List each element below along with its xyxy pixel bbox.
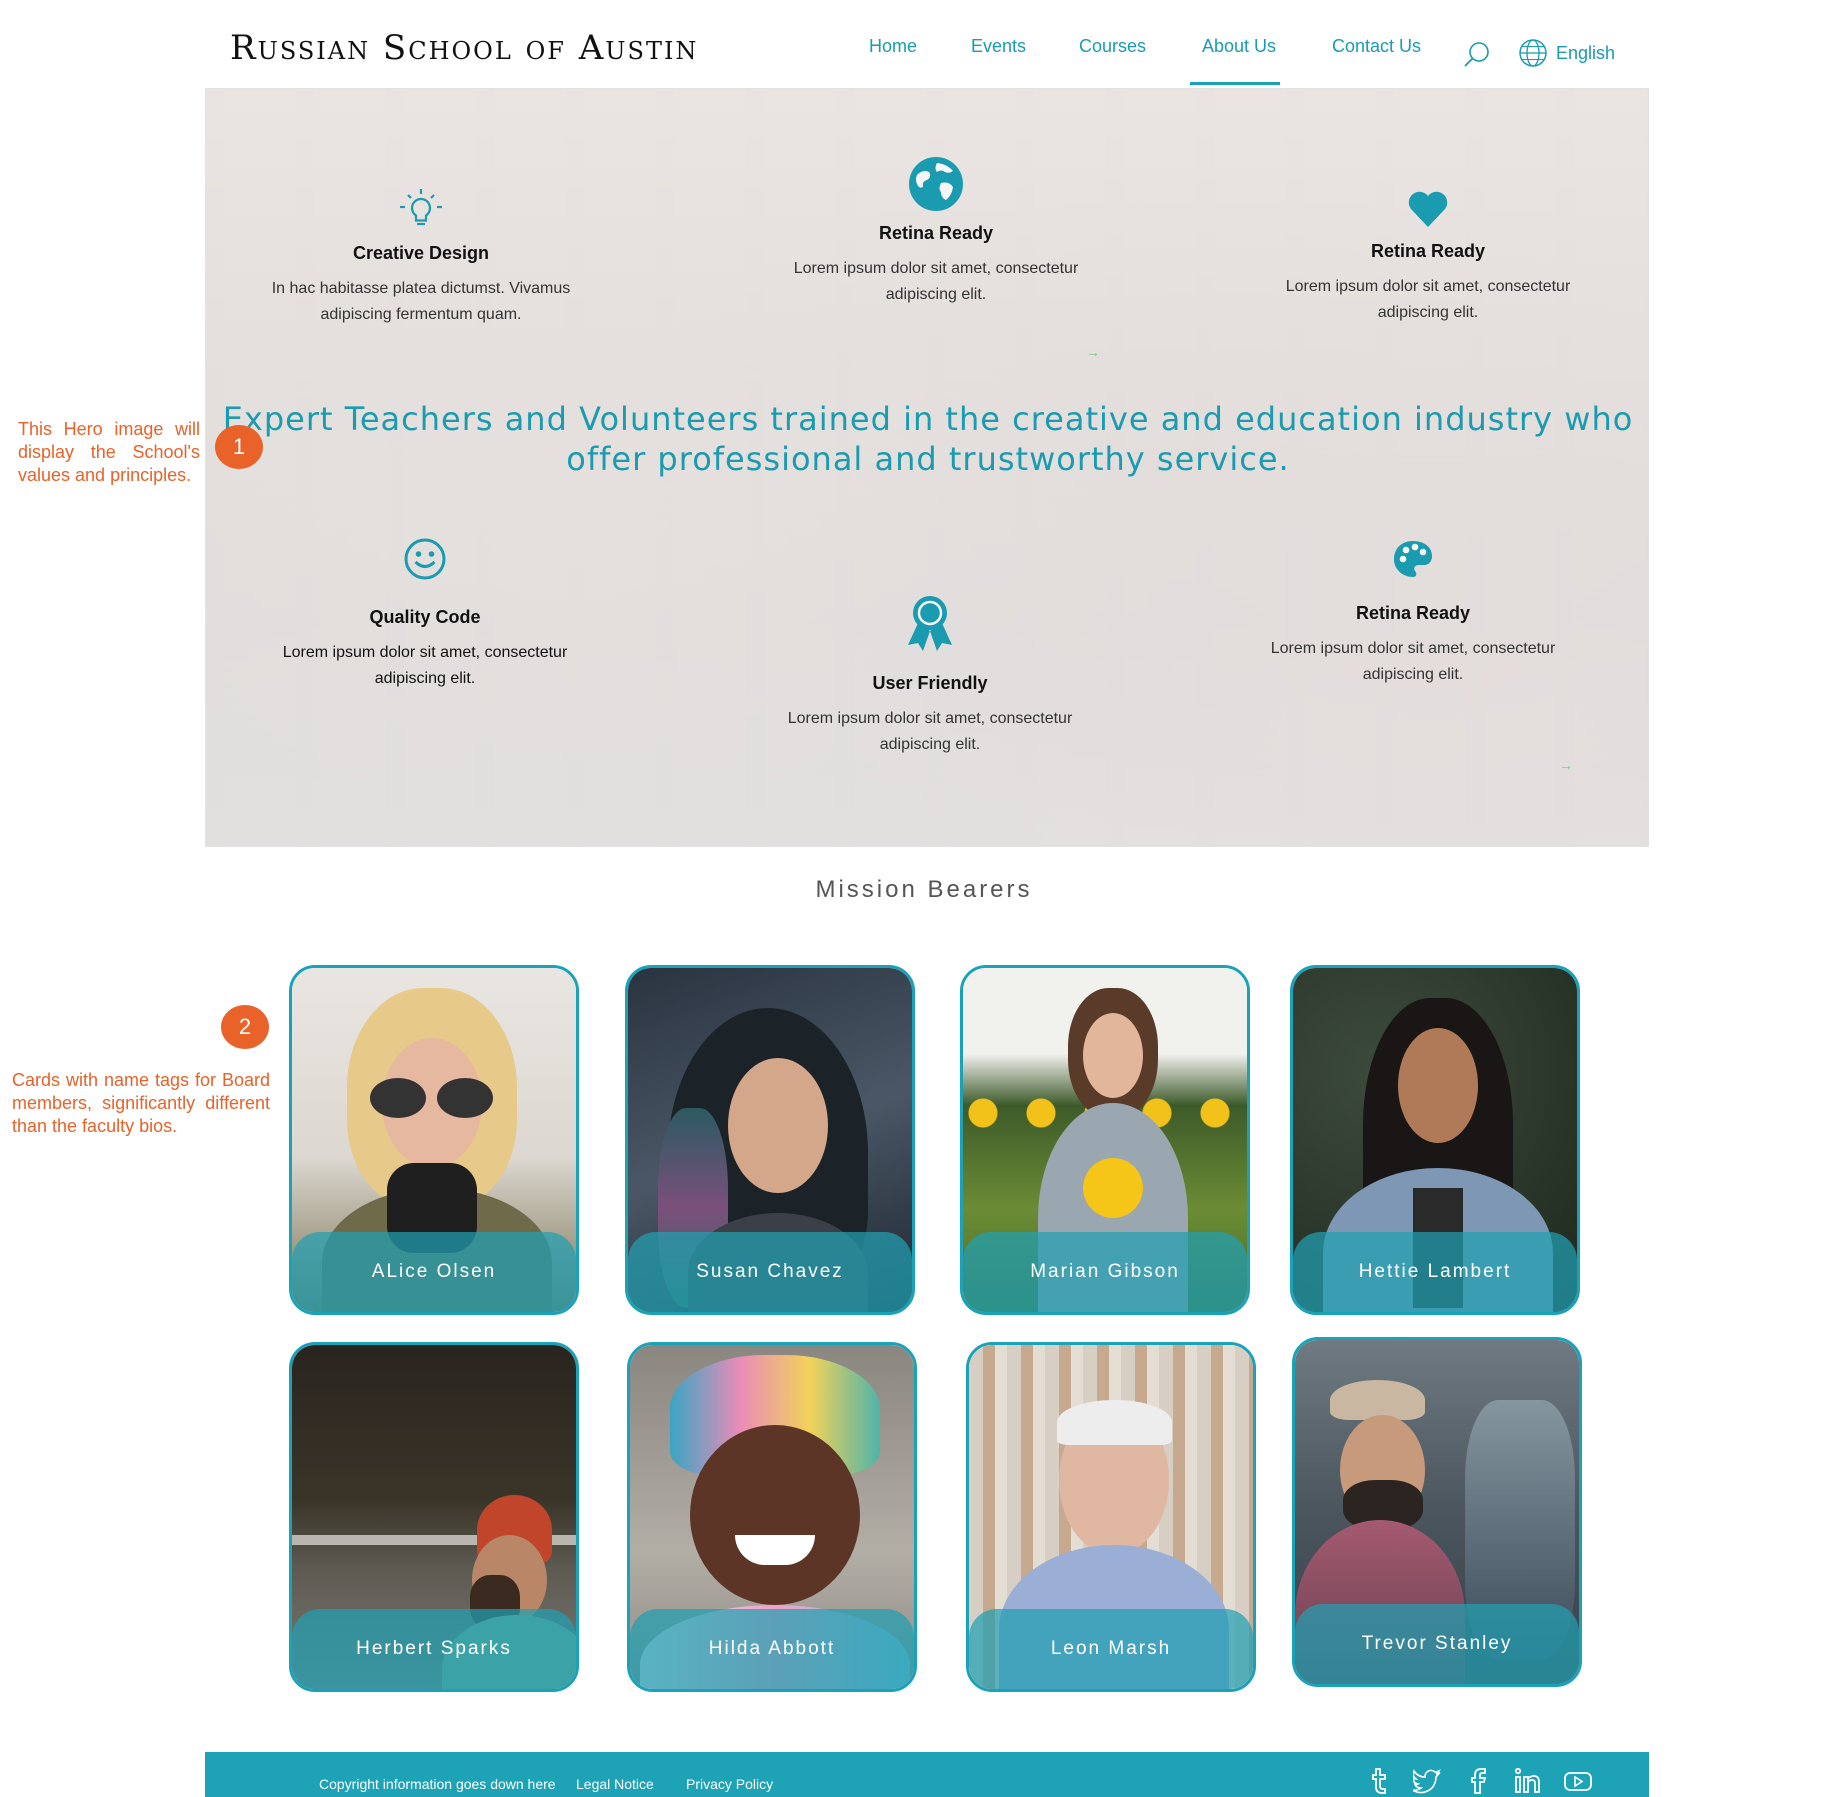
member-name-tag: Hilda Abbott (630, 1609, 914, 1689)
member-card[interactable]: Hettie Lambert (1290, 965, 1580, 1315)
member-card[interactable]: Hilda Abbott (627, 1342, 917, 1692)
section-title-mission-bearers: Mission Bearers (815, 876, 1033, 903)
annotation-badge-2: 2 (221, 1005, 269, 1049)
feature-title: Retina Ready (878, 223, 994, 243)
feature-retina-ready-2: Retina Ready Lorem ipsum dolor sit amet,… (1273, 187, 1583, 326)
member-name-tag: Hettie Lambert (1293, 1232, 1577, 1312)
member-name-tag: ALice Olsen (292, 1232, 576, 1312)
nav-contact-us[interactable]: Contact Us (1332, 36, 1421, 57)
nav-about-us[interactable]: About Us (1189, 36, 1281, 85)
member-card[interactable]: Trevor Stanley (1292, 1337, 1582, 1687)
linkedin-icon[interactable] (1513, 1766, 1543, 1796)
site-footer: Copyright information goes down here Leg… (205, 1752, 1649, 1797)
language-selector[interactable]: English (1518, 38, 1615, 68)
palette-icon (1394, 541, 1432, 577)
tumblr-icon[interactable] (1363, 1766, 1393, 1796)
ribbon-award-icon (908, 596, 952, 651)
feature-description: In hac habitasse platea dictumst. Vivamu… (271, 280, 571, 323)
feature-title: Retina Ready (1355, 603, 1471, 623)
annotation-note-1: This Hero image will display the School'… (18, 419, 200, 485)
nav-events[interactable]: Events (971, 36, 1026, 57)
arrow-right-icon[interactable]: → (1559, 757, 1573, 773)
member-card[interactable]: Susan Chavez (625, 965, 915, 1315)
globe-icon (909, 157, 963, 211)
legal-notice-link[interactable]: Legal Notice (576, 1776, 654, 1792)
member-name-tag: Herbert Sparks (292, 1609, 576, 1689)
member-name-tag: Susan Chavez (628, 1232, 912, 1312)
annotation-badge-1: 1 (215, 425, 263, 469)
nav-courses[interactable]: Courses (1079, 36, 1146, 57)
facebook-icon[interactable] (1463, 1766, 1493, 1796)
member-name-tag: Trevor Stanley (1295, 1604, 1579, 1684)
feature-title: Retina Ready (1370, 241, 1486, 261)
site-header: Russian School of Austin Home Events Cou… (0, 0, 1848, 88)
feature-description: Lorem ipsum dolor sit amet, consectetur … (282, 644, 568, 687)
feature-quality-code: Quality Code Lorem ipsum dolor sit amet,… (270, 537, 580, 692)
globe-icon (1519, 39, 1547, 67)
site-logo[interactable]: Russian School of Austin (230, 28, 698, 68)
feature-description: Lorem ipsum dolor sit amet, consectetur … (1285, 278, 1571, 321)
search-icon[interactable] (1462, 40, 1492, 70)
smiley-icon (404, 538, 446, 580)
heart-icon (1408, 191, 1448, 227)
copyright-text: Copyright information goes down here (319, 1776, 556, 1792)
member-card[interactable]: Marian Gibson (960, 965, 1250, 1315)
annotation-note-2: Cards with name tags for Board members, … (12, 1070, 270, 1136)
member-card[interactable]: Herbert Sparks (289, 1342, 579, 1692)
member-name-tag: Marian Gibson (963, 1232, 1247, 1312)
member-name-tag: Leon Marsh (969, 1609, 1253, 1689)
feature-title: Quality Code (369, 607, 481, 627)
feature-title: User Friendly (872, 673, 988, 693)
member-card[interactable]: ALice Olsen (289, 965, 579, 1315)
feature-title: Creative Design (352, 243, 490, 263)
language-label: English (1556, 42, 1616, 63)
feature-creative-design: Creative Design In hac habitasse platea … (266, 187, 576, 328)
privacy-policy-link[interactable]: Privacy Policy (686, 1776, 773, 1792)
hero-tagline: Expert Teachers and Volunteers trained i… (222, 400, 1634, 478)
lightbulb-icon (400, 189, 442, 226)
arrow-right-icon[interactable]: → (1086, 344, 1100, 360)
youtube-icon[interactable] (1563, 1766, 1593, 1796)
member-card[interactable]: Leon Marsh (966, 1342, 1256, 1692)
hero-section: Creative Design In hac habitasse platea … (205, 88, 1649, 847)
feature-description: Lorem ipsum dolor sit amet, consectetur … (793, 260, 1079, 303)
feature-description: Lorem ipsum dolor sit amet, consectetur … (1270, 640, 1556, 683)
feature-retina-ready-3: Retina Ready Lorem ipsum dolor sit amet,… (1258, 537, 1568, 688)
feature-user-friendly: User Friendly Lorem ipsum dolor sit amet… (775, 593, 1085, 758)
feature-retina-ready-1: Retina Ready Lorem ipsum dolor sit amet,… (781, 155, 1091, 308)
feature-description: Lorem ipsum dolor sit amet, consectetur … (787, 710, 1073, 753)
twitter-icon[interactable] (1413, 1766, 1443, 1796)
nav-home[interactable]: Home (869, 36, 917, 57)
